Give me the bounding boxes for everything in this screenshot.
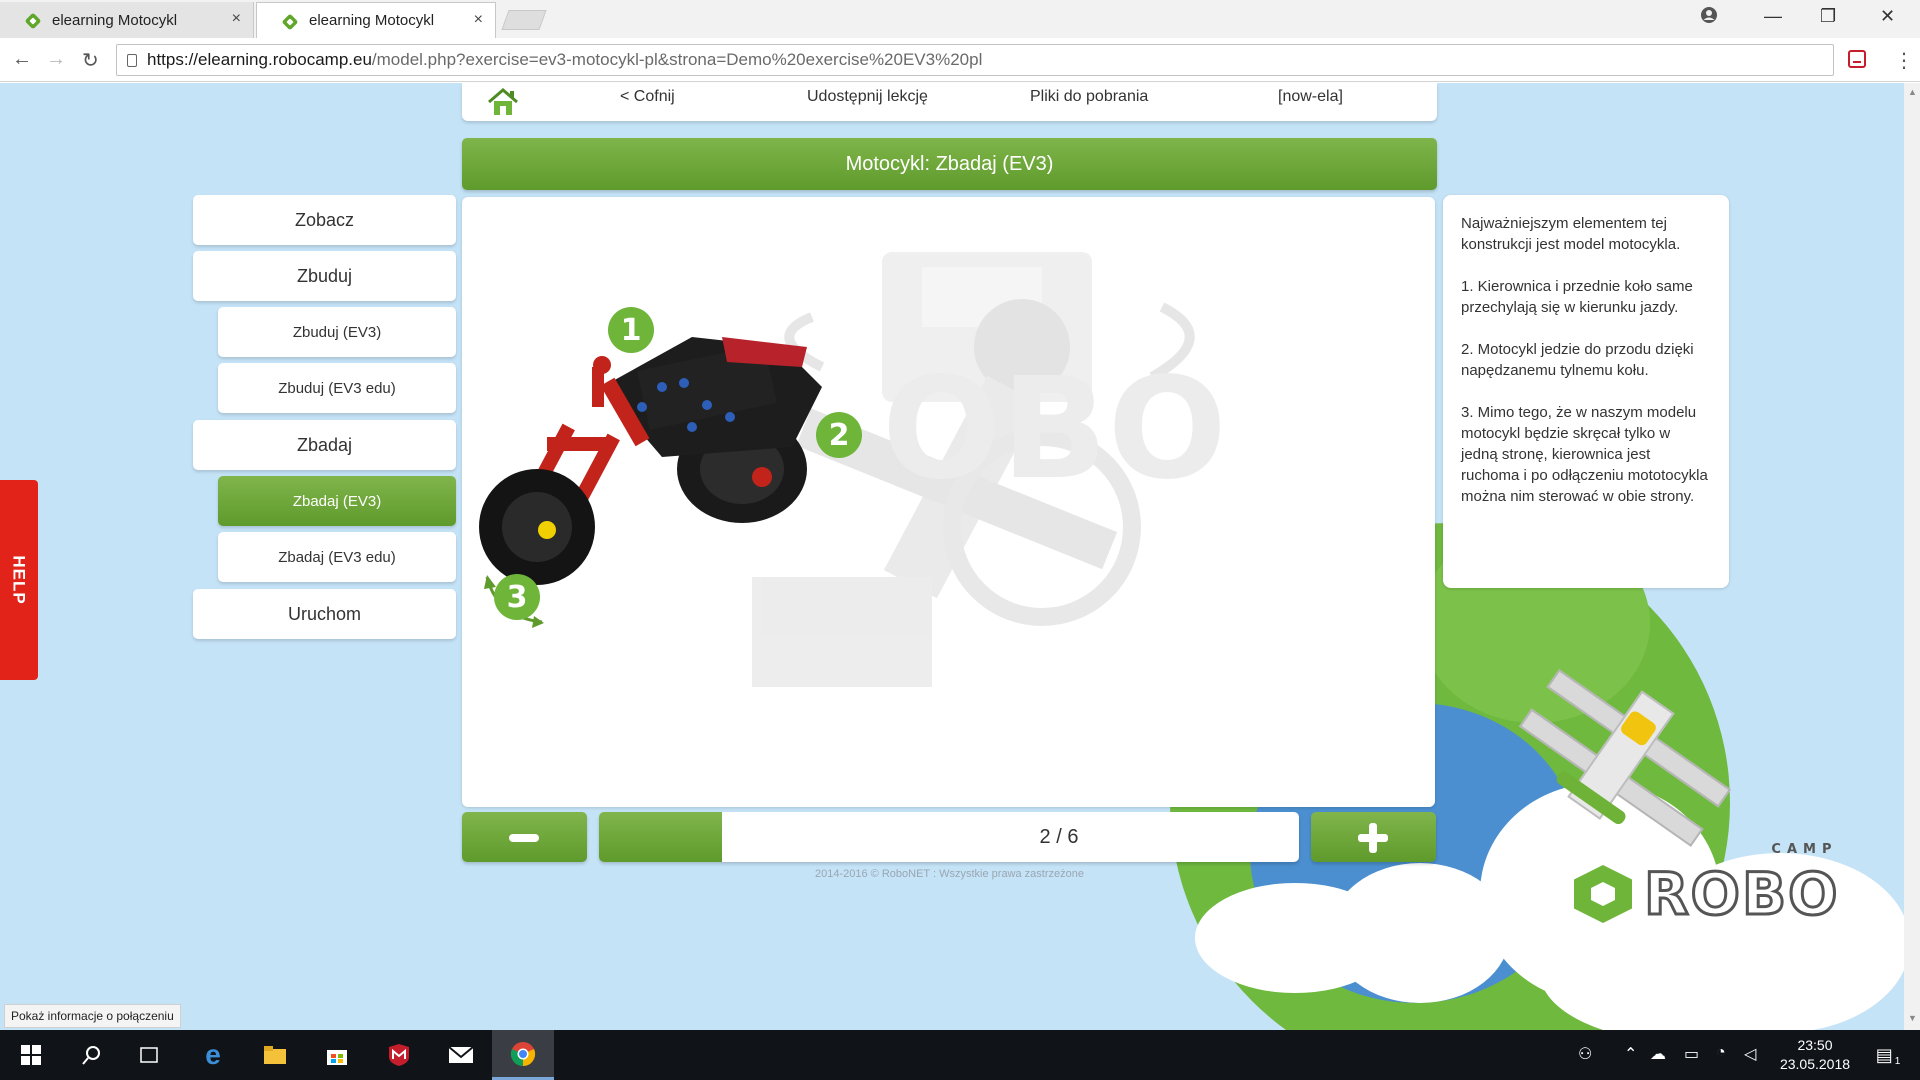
edge-browser-icon[interactable]: e bbox=[182, 1030, 244, 1080]
volume-icon[interactable]: ◁ bbox=[1744, 1044, 1756, 1064]
menu-label: Zbuduj (EV3 edu) bbox=[278, 379, 396, 397]
browser-tab-strip: elearning Motocykl × elearning Motocykl … bbox=[0, 0, 1920, 38]
menu-label: Zobacz bbox=[294, 209, 355, 230]
help-label: HELP bbox=[10, 555, 29, 605]
robocamp-logo: CAMP ROBO bbox=[1574, 842, 1840, 930]
svg-text:OBO: OBO bbox=[882, 348, 1227, 511]
marker-3: 3 bbox=[494, 574, 540, 620]
back-link[interactable]: < Cofnij bbox=[620, 88, 675, 106]
home-icon[interactable] bbox=[486, 87, 520, 117]
robocamp-hex-icon bbox=[1574, 865, 1632, 923]
next-step-button[interactable] bbox=[1311, 812, 1436, 862]
lesson-info-panel: Najważniejszym elementem tej konstrukcji… bbox=[1443, 195, 1729, 588]
back-arrow-icon[interactable]: ← bbox=[12, 48, 32, 71]
menu-label: Zbadaj bbox=[296, 434, 353, 455]
menu-label: Zbadaj (EV3) bbox=[292, 492, 382, 510]
search-icon[interactable] bbox=[60, 1030, 122, 1080]
marker-2: 2 bbox=[816, 412, 862, 458]
windows-start-icon[interactable] bbox=[0, 1030, 62, 1080]
menu-zbadaj-ev3-active[interactable]: Zbadaj (EV3) bbox=[218, 476, 456, 526]
battery-icon[interactable]: ▭ bbox=[1684, 1044, 1699, 1064]
close-window-button[interactable]: ✕ bbox=[1880, 6, 1895, 27]
mcafee-icon[interactable] bbox=[368, 1030, 430, 1080]
menu-label: Zbuduj bbox=[296, 265, 353, 286]
show-hidden-icons-icon[interactable]: ⌃ bbox=[1624, 1044, 1637, 1064]
logo-word: ROBO bbox=[1642, 859, 1840, 930]
info-intro: Najważniejszym elementem tej konstrukcji… bbox=[1461, 215, 1681, 253]
store-icon[interactable] bbox=[306, 1030, 368, 1080]
wifi-icon[interactable]: ◔ bbox=[1716, 1044, 1726, 1062]
robocamp-favicon-icon bbox=[24, 12, 42, 30]
task-view-icon[interactable] bbox=[118, 1030, 180, 1080]
lesson-top-nav: < Cofnij Udostępnij lekcję Pliki do pobr… bbox=[462, 83, 1437, 121]
help-tab[interactable]: HELP bbox=[0, 480, 38, 680]
tab-close-icon[interactable]: × bbox=[474, 11, 483, 29]
menu-zbuduj-ev3[interactable]: Zbuduj (EV3) bbox=[218, 307, 456, 357]
mail-icon[interactable] bbox=[430, 1030, 492, 1080]
step-progress-fill bbox=[599, 812, 722, 862]
page-info-icon[interactable] bbox=[127, 53, 137, 67]
extension-icon[interactable] bbox=[1848, 50, 1866, 68]
maximize-button[interactable]: ❐ bbox=[1820, 6, 1836, 27]
marker-1: 1 bbox=[608, 307, 654, 353]
previous-step-button[interactable] bbox=[462, 812, 587, 862]
people-icon[interactable]: ⚇ bbox=[1578, 1044, 1592, 1064]
url-host: https://elearning.robocamp.eu bbox=[147, 50, 372, 69]
menu-label: Zbuduj (EV3) bbox=[292, 323, 382, 341]
lesson-title: Motocykl: Zbadaj (EV3) bbox=[845, 152, 1054, 175]
url-input[interactable]: https://elearning.robocamp.eu/model.php?… bbox=[116, 44, 1834, 76]
file-explorer-icon[interactable] bbox=[244, 1030, 306, 1080]
menu-zbuduj[interactable]: Zbuduj bbox=[193, 251, 456, 301]
step-progress-bar: 2 / 6 bbox=[599, 812, 1299, 862]
menu-zbadaj-ev3-edu[interactable]: Zbadaj (EV3 edu) bbox=[218, 532, 456, 582]
new-tab-button[interactable] bbox=[501, 10, 547, 30]
motorcycle-model-illustration: OBO bbox=[479, 252, 1227, 687]
forward-arrow-icon[interactable]: → bbox=[46, 48, 66, 71]
menu-uruchom[interactable]: Uruchom bbox=[193, 589, 456, 639]
clock-date: 23.05.2018 bbox=[1779, 1056, 1851, 1072]
lesson-content-panel: OBO 1 2 3 bbox=[462, 197, 1435, 807]
reload-icon[interactable]: ↻ bbox=[82, 48, 99, 73]
minimize-button[interactable]: — bbox=[1764, 6, 1782, 27]
onedrive-cloud-icon[interactable]: ☁ bbox=[1650, 1044, 1666, 1064]
clock-time: 23:50 bbox=[1797, 1037, 1833, 1053]
notifications-icon[interactable]: ▤ 1 bbox=[1860, 1030, 1916, 1080]
taskbar-clock[interactable]: 23:50 23.05.2018 bbox=[1770, 1036, 1860, 1074]
logo-camp: CAMP bbox=[1771, 842, 1838, 857]
windows-taskbar: e ⚇ ⌃ ☁ ▭ ◔ ◁ 23:50 23.05.2018 ▤ 1 bbox=[0, 1030, 1920, 1080]
tab-title: elearning Motocykl bbox=[309, 12, 435, 29]
share-lesson-link[interactable]: Udostępnij lekcję bbox=[807, 88, 928, 106]
menu-zbuduj-ev3-edu[interactable]: Zbuduj (EV3 edu) bbox=[218, 363, 456, 413]
info-point-1: 1. Kierownica i przednie koło same przec… bbox=[1461, 278, 1693, 316]
info-point-3: 3. Mimo tego, że w naszym modelu motocyk… bbox=[1461, 404, 1708, 505]
browser-menu-icon[interactable]: ⋮ bbox=[1894, 48, 1914, 73]
status-tooltip: Pokaż informacje o połączeniu bbox=[4, 1004, 181, 1028]
step-counter: 2 / 6 bbox=[1039, 825, 1079, 848]
copyright-text: 2014-2016 © RoboNET : Wszystkie prawa za… bbox=[815, 868, 1084, 880]
page-scrollbar[interactable]: ▲ ▼ bbox=[1904, 83, 1920, 1030]
browser-tab-1[interactable]: elearning Motocykl × bbox=[0, 2, 254, 38]
menu-zbadaj[interactable]: Zbadaj bbox=[193, 420, 456, 470]
lesson-title-bar: Motocykl: Zbadaj (EV3) bbox=[462, 138, 1437, 190]
tab-close-icon[interactable]: × bbox=[232, 10, 241, 28]
robocamp-favicon-icon bbox=[281, 13, 299, 31]
faded-robot-image: OBO bbox=[752, 252, 1227, 687]
menu-label: Uruchom bbox=[287, 603, 362, 624]
profile-icon[interactable] bbox=[1700, 6, 1718, 24]
tab-title: elearning Motocykl bbox=[52, 11, 178, 29]
menu-zobacz[interactable]: Zobacz bbox=[193, 195, 456, 245]
info-point-2: 2. Motocykl jedzie do przodu dzięki napę… bbox=[1461, 341, 1694, 379]
menu-label: Zbadaj (EV3 edu) bbox=[278, 548, 396, 566]
address-bar: ← → ↻ https://elearning.robocamp.eu/mode… bbox=[0, 38, 1920, 82]
downloads-link[interactable]: Pliki do pobrania bbox=[1030, 88, 1148, 106]
user-link[interactable]: [now-ela] bbox=[1278, 88, 1343, 106]
url-path: /model.php?exercise=ev3-motocykl-pl&stro… bbox=[371, 50, 983, 69]
chrome-icon[interactable] bbox=[492, 1030, 554, 1080]
browser-tab-2-active[interactable]: elearning Motocykl × bbox=[256, 2, 496, 38]
notification-count: 1 bbox=[1894, 1055, 1901, 1067]
